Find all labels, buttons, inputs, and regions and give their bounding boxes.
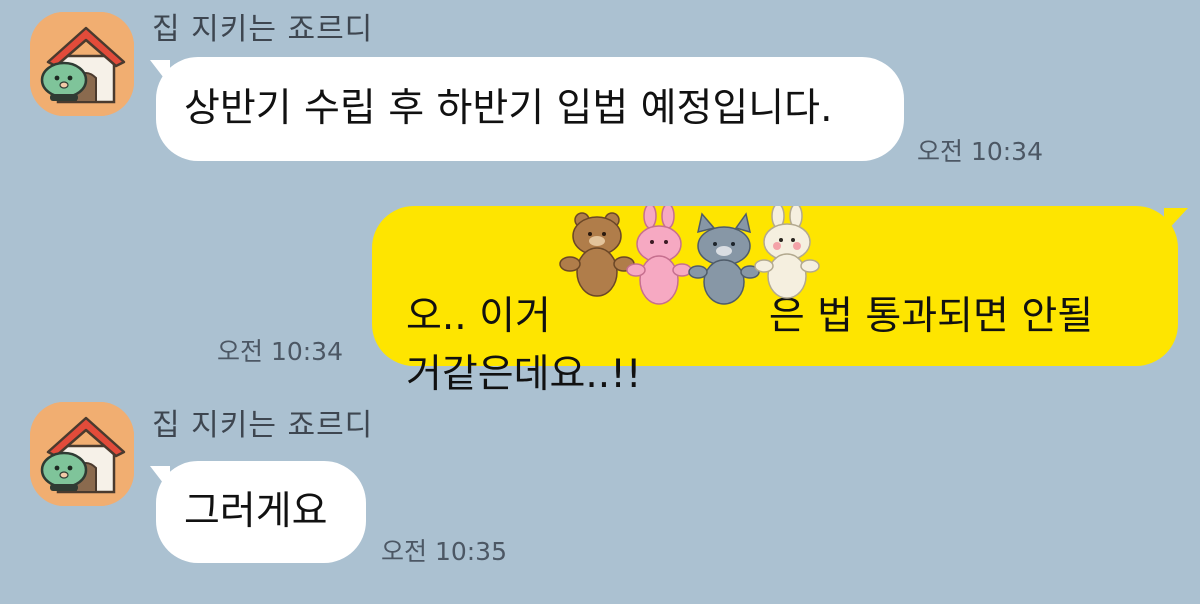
sender-avatar[interactable] [30, 402, 134, 506]
white-rabbit-sticker-icon [754, 206, 820, 299]
jordy-house-icon [30, 402, 134, 506]
message-timestamp: 오전 10:34 [917, 137, 1043, 166]
chat-area[interactable]: 집 지키는 죠르디 상반기 수립 후 하반기 입법 예정입니다. 오전 10:3… [0, 0, 1200, 604]
sender-name: 집 지키는 죠르디 [152, 12, 374, 47]
pink-bunny-sticker-icon [626, 206, 692, 305]
message-text-line1-start: 오.. 이거 [406, 294, 551, 339]
bear-sticker-icon [559, 212, 635, 297]
message-text: 그러게요 [184, 489, 328, 534]
message-bubble-incoming[interactable]: 그러게요 [156, 461, 366, 563]
grey-cat-sticker-icon [688, 212, 760, 305]
sender-name: 집 지키는 죠르디 [152, 408, 374, 443]
message-bubble-incoming[interactable]: 상반기 수립 후 하반기 입법 예정입니다. [156, 57, 904, 161]
message-text-line2: 거같은데요..!! [406, 352, 642, 397]
message-text: 상반기 수립 후 하반기 입법 예정입니다. [184, 86, 833, 131]
bear-bunny-cat-rabbit-sticker-icon[interactable] [552, 206, 828, 312]
message-timestamp: 오전 10:35 [381, 537, 507, 566]
sender-avatar[interactable] [30, 12, 134, 116]
jordy-house-icon [30, 12, 134, 116]
message-timestamp: 오전 10:34 [217, 337, 343, 366]
